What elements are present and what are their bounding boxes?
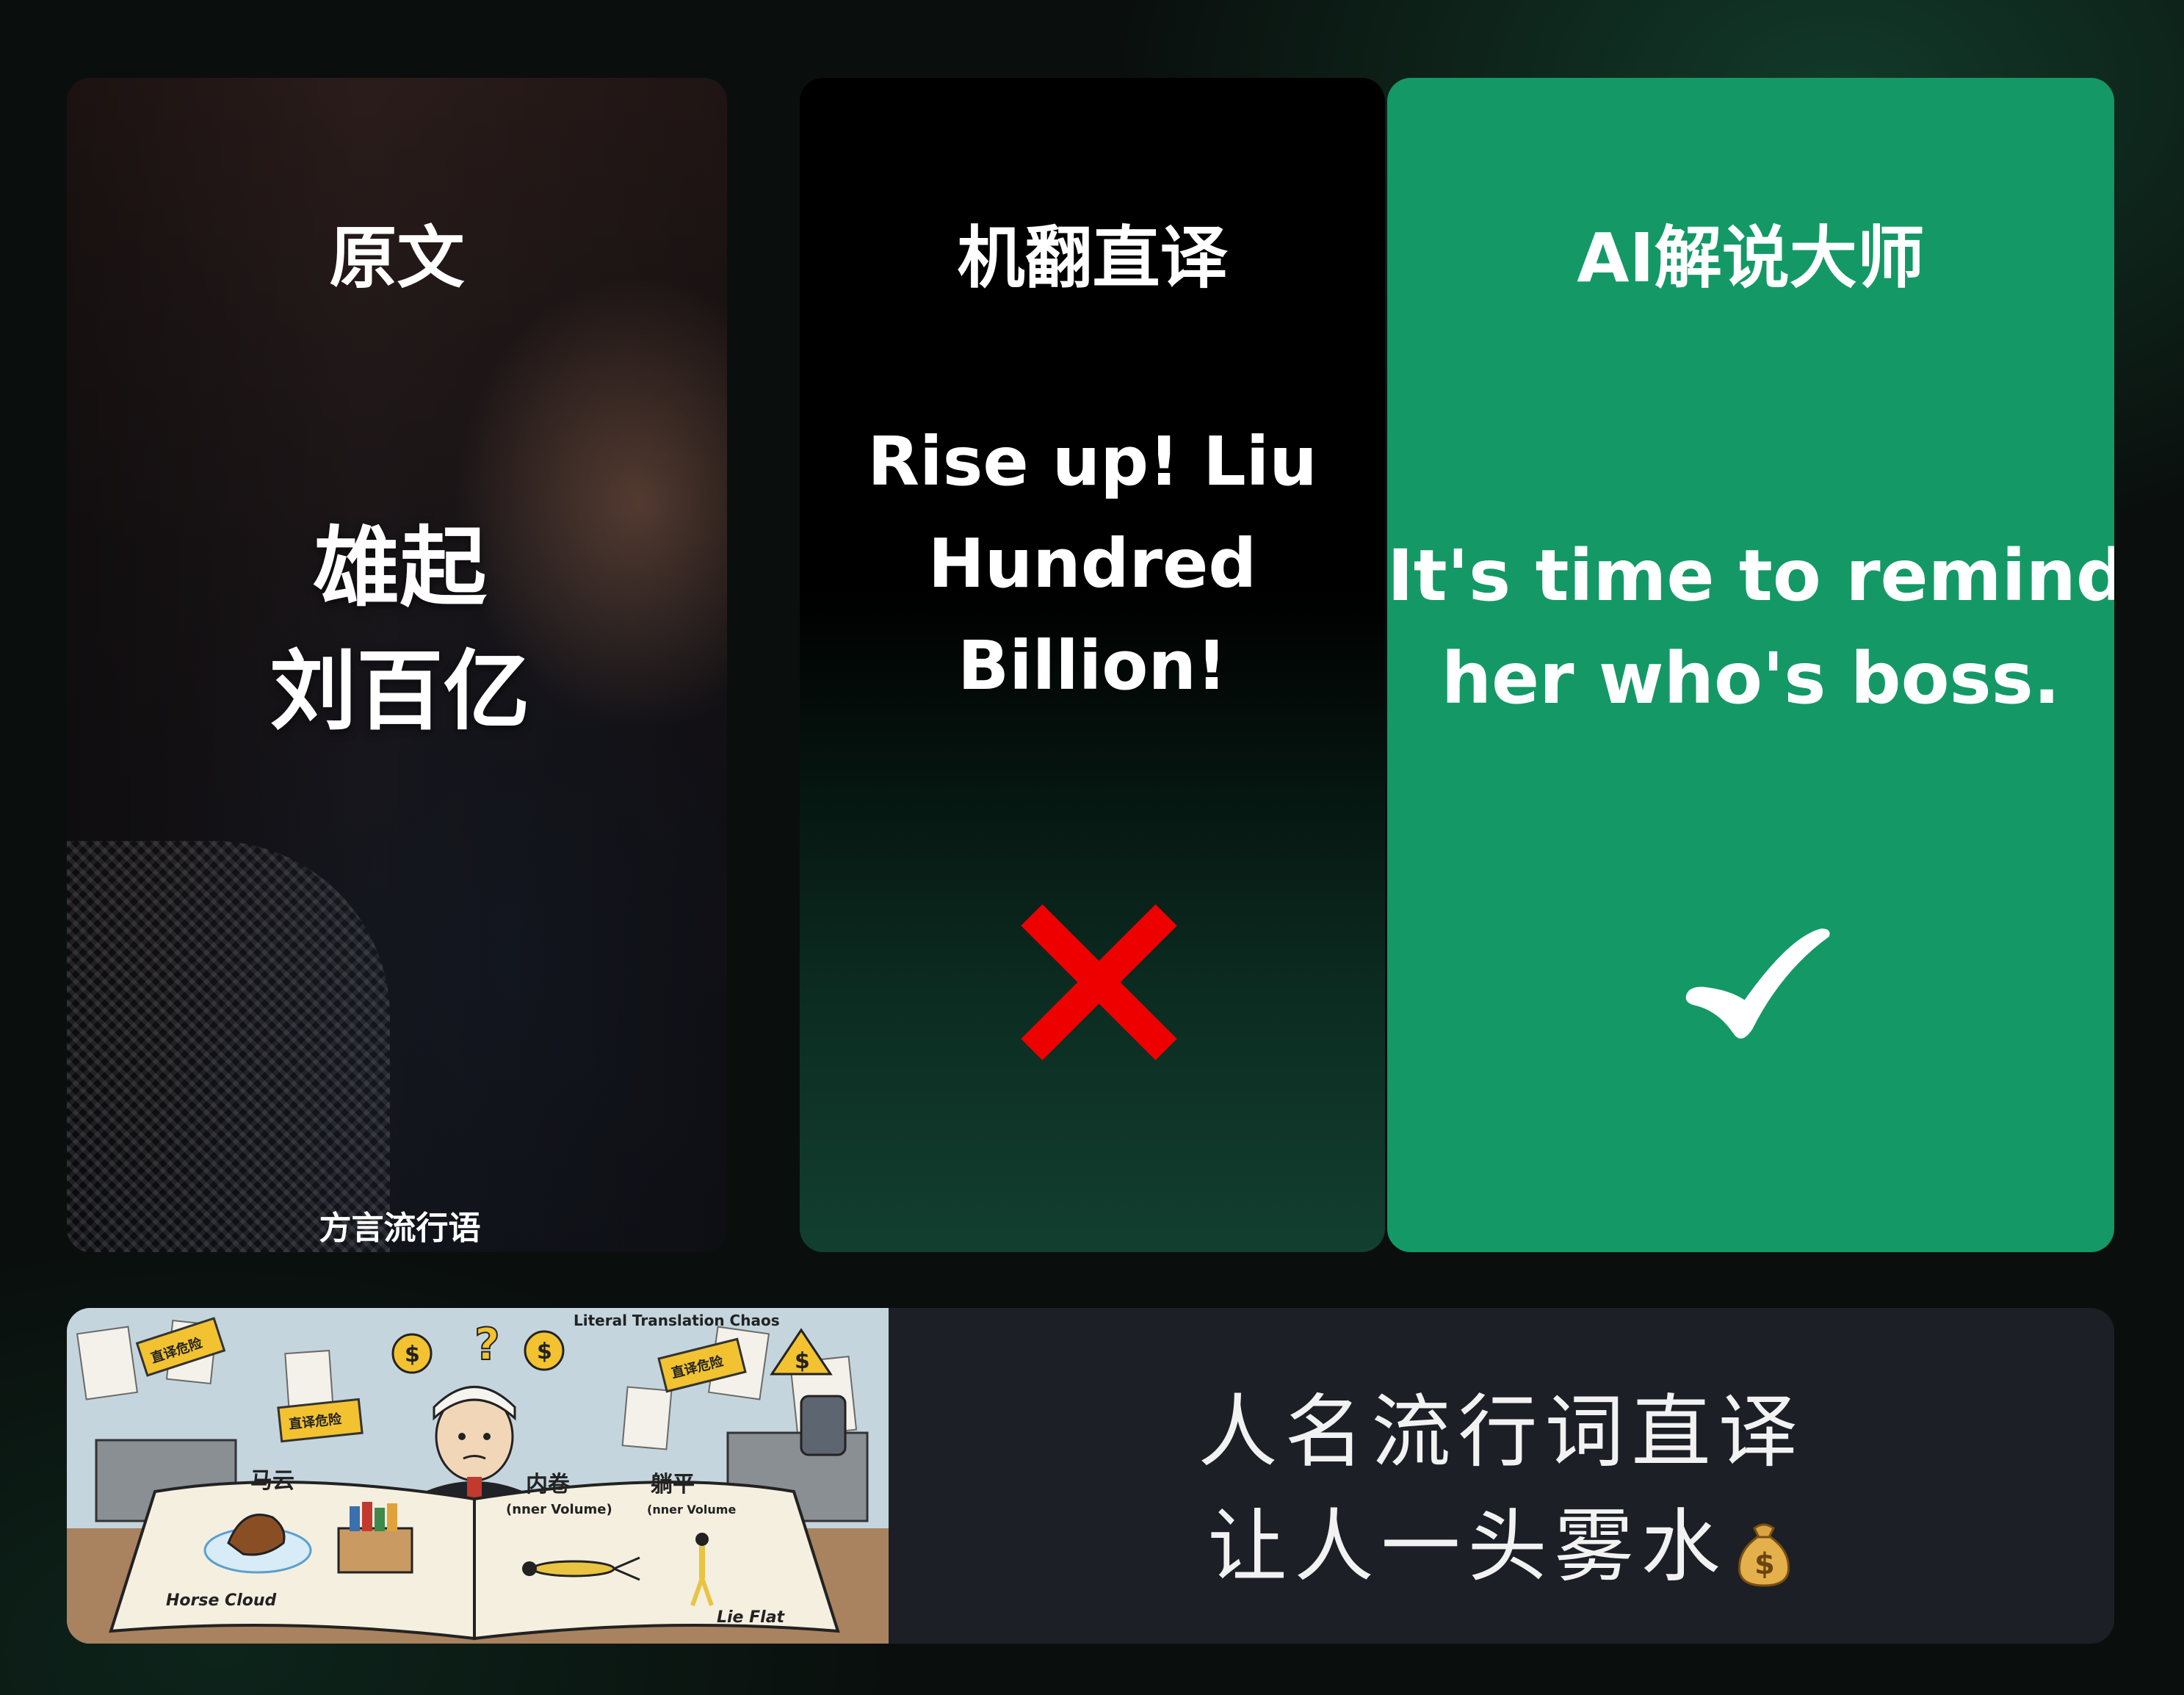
machine-line-2: Hundred xyxy=(928,524,1257,603)
machine-line-3: Billion! xyxy=(958,626,1227,705)
caption-line-2: 让人一头雾水 xyxy=(1207,1501,1728,1593)
summary-banner: 直译危险 直译危险 直译危险 Literal Translation Chaos… xyxy=(67,1308,2114,1644)
term-tang-ping: 躺平 xyxy=(651,1472,695,1497)
white-check-icon xyxy=(1685,928,1830,1039)
original-line-2: 刘百亿 xyxy=(270,640,530,742)
banner-caption: 人名流行词直译 让人一头雾水 $ xyxy=(889,1376,2114,1605)
ai-title: AI解说大师 xyxy=(1577,219,1925,297)
machine-translation-text: Rise up! Liu Hundred Billion! xyxy=(800,411,1385,717)
literal-translation-chaos-illustration: 直译危险 直译危险 直译危险 Literal Translation Chaos… xyxy=(67,1308,889,1644)
warning-dollar-icon: $ xyxy=(795,1348,810,1374)
svg-text:$: $ xyxy=(1754,1547,1782,1581)
ai-line-1: It's time to remind xyxy=(1387,535,2114,617)
term-nei-juan: 内卷 xyxy=(526,1472,571,1497)
dollar-coin-2-icon: $ xyxy=(537,1339,552,1365)
ai-panel: AI解说大师 It's time to remind her who's bos… xyxy=(1387,78,2114,1252)
question-mark-icon: ? xyxy=(474,1319,500,1370)
machine-panel: 机翻直译 Rise up! Liu Hundred Billion! xyxy=(800,78,1385,1252)
caption-line-2-row: 让人一头雾水 $ xyxy=(889,1490,2114,1605)
original-line-1: 雄起 xyxy=(313,517,487,618)
machine-title: 机翻直译 xyxy=(957,219,1228,297)
gloss-horse-cloud: Horse Cloud xyxy=(166,1591,277,1610)
original-panel: 原文 雄起 刘百亿 方言流行语 xyxy=(67,78,727,1252)
gloss-lie-flat: Lie Flat xyxy=(717,1608,786,1627)
term-ma-yun: 马云 xyxy=(250,1468,294,1494)
red-x-icon xyxy=(1021,904,1177,1060)
gloss-nei-juan: (nner Volume) xyxy=(506,1502,612,1517)
dollar-coin-1-icon: $ xyxy=(405,1342,420,1367)
ai-line-2: her who's boss. xyxy=(1441,637,2061,720)
illustration-heading: Literal Translation Chaos xyxy=(574,1312,780,1329)
ai-translation-text: It's time to remind her who's boss. xyxy=(1387,524,2114,730)
caption-line-1: 人名流行词直译 xyxy=(1198,1387,1805,1478)
original-footnote: 方言流行语 xyxy=(319,1210,481,1247)
gloss-tang-ping: (nner Volume xyxy=(647,1503,736,1517)
original-title: 原文 xyxy=(329,219,465,297)
machine-line-1: Rise up! Liu xyxy=(867,422,1317,501)
money-bag-icon: $ xyxy=(1738,1523,1790,1587)
houndstooth-jacket-detail xyxy=(67,841,390,1252)
